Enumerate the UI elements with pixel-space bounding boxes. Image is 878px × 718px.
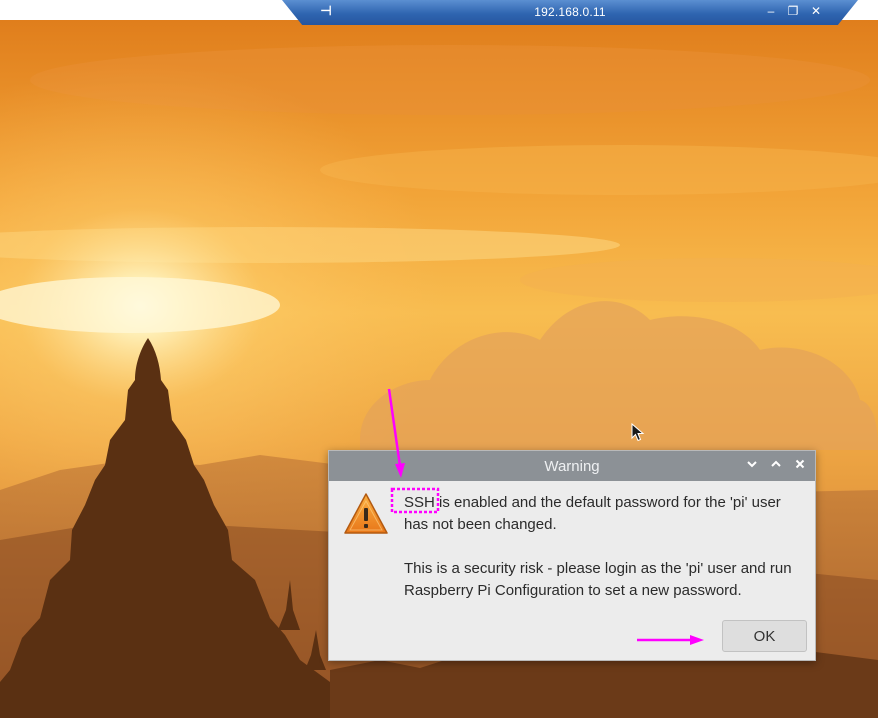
- remote-connection-bar: ⊣ 192.168.0.11 – ❐ ✕: [282, 0, 858, 25]
- warning-message-ssh: SSH is enabled and the default password …: [404, 494, 781, 533]
- restore-icon[interactable]: ❐: [785, 3, 801, 19]
- close-icon[interactable]: [791, 457, 809, 475]
- warning-dialog: Warning SSH is enabled and the default p…: [328, 450, 816, 661]
- dialog-title-bar[interactable]: Warning: [329, 451, 815, 481]
- chevron-up-icon[interactable]: [767, 457, 785, 475]
- mouse-cursor-icon: [631, 423, 645, 442]
- close-icon[interactable]: ✕: [808, 3, 824, 19]
- minimize-icon[interactable]: –: [763, 3, 779, 19]
- chevron-down-icon[interactable]: [743, 457, 761, 475]
- ok-button[interactable]: OK: [722, 620, 807, 652]
- warning-triangle-icon: [343, 491, 389, 537]
- warning-message-security-risk: This is a security risk - please login a…: [404, 560, 792, 599]
